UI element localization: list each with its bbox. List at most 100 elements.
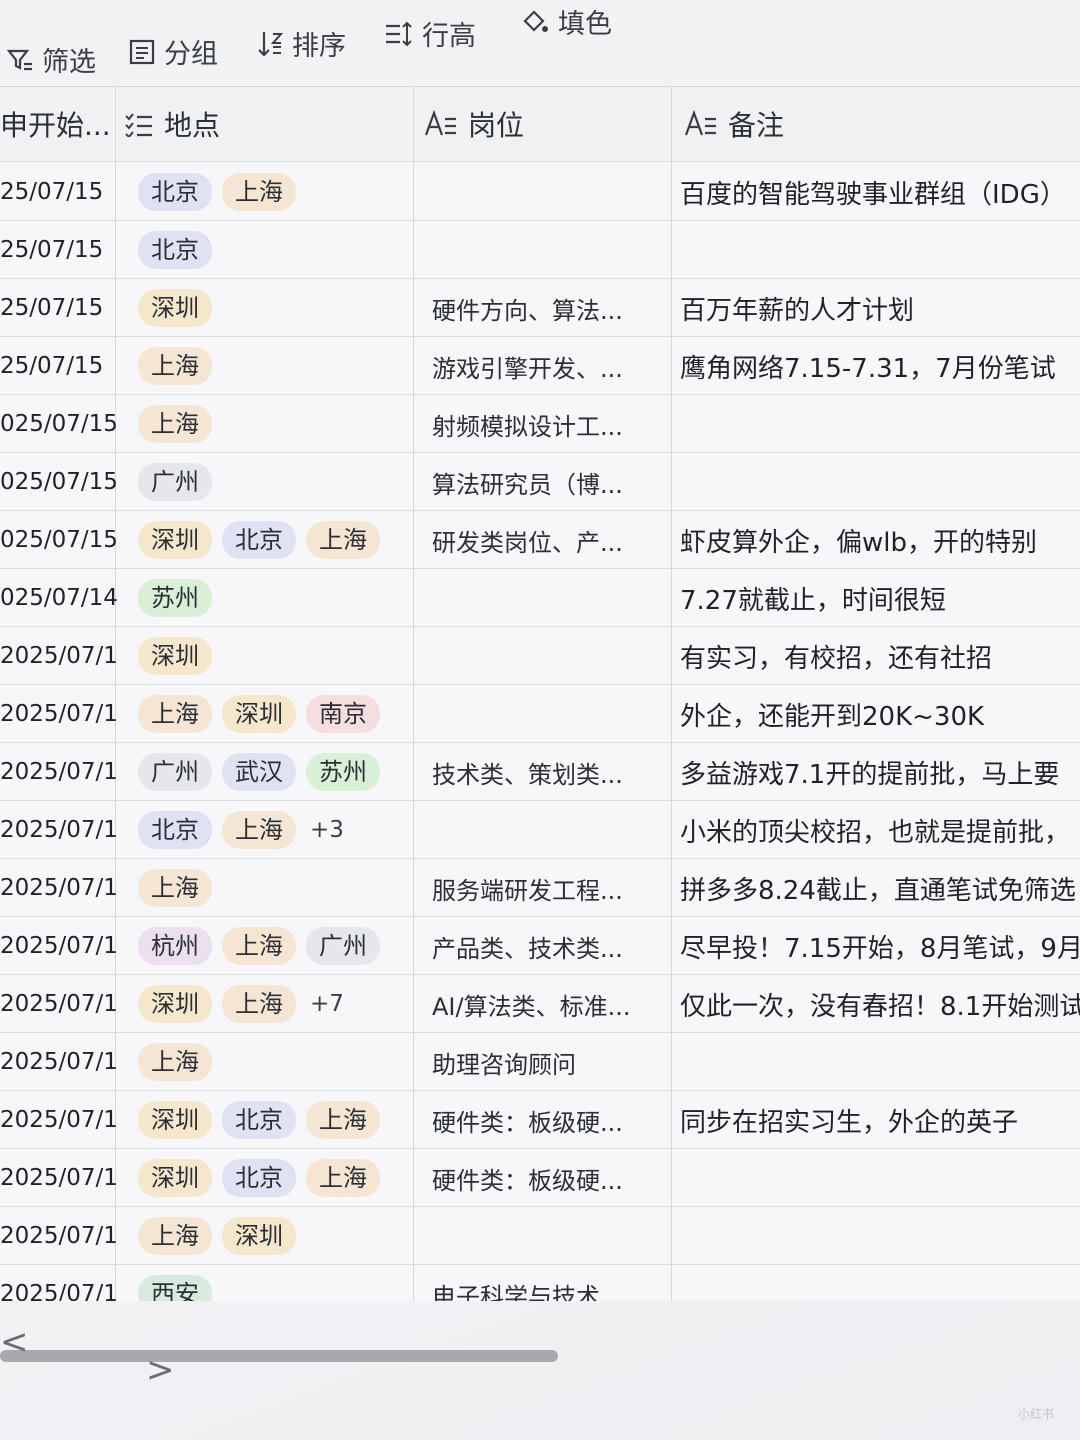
position-cell[interactable] [432, 163, 657, 221]
note-cell[interactable]: 外企，还能开到20K~30K [680, 685, 1080, 743]
location-cell[interactable]: 北京 [138, 221, 408, 279]
date-cell[interactable]: 2025/07/11 [0, 1207, 118, 1265]
position-cell[interactable]: 硬件类：板级硬... [432, 1091, 657, 1149]
location-cell[interactable]: 深圳 北京 上海 [138, 1091, 408, 1149]
position-cell[interactable]: 电子科学与技术... [432, 1265, 657, 1302]
date-cell[interactable]: 2025/07/14 [0, 627, 118, 685]
table-row[interactable]: 2025/07/14 上海 助理咨询顾问 [0, 1033, 1080, 1091]
position-cell[interactable]: 研发类岗位、产... [432, 511, 657, 569]
position-cell[interactable] [432, 801, 657, 859]
location-cell[interactable]: 广州 武汉 苏州 [138, 743, 408, 801]
table-row[interactable]: 025/07/14 苏州 7.27就截止，时间很短 [0, 569, 1080, 627]
sort-button[interactable]: 排序 [256, 24, 346, 63]
fill-button[interactable]: 填色 [520, 2, 612, 41]
note-cell[interactable]: 百度的智能驾驶事业群组（IDG） [680, 163, 1080, 221]
date-cell[interactable]: 025/07/15 [0, 395, 118, 453]
column-header-position[interactable]: 岗位 [414, 87, 680, 161]
date-cell[interactable]: 2025/07/11 [0, 1265, 118, 1301]
note-cell[interactable] [680, 453, 1080, 511]
position-cell[interactable]: 硬件方向、算法... [432, 279, 657, 337]
table-row[interactable]: 025/07/15 广州 算法研究员（博... [0, 453, 1080, 511]
note-cell[interactable]: 有实习，有校招，还有社招 [680, 627, 1080, 685]
note-cell[interactable] [680, 395, 1080, 453]
table-row[interactable]: 2025/07/12深圳北京上海硬件类：板级硬... [0, 1149, 1080, 1207]
note-cell[interactable]: 小米的顶尖校招，也就是提前批， [680, 801, 1080, 859]
column-header-note[interactable]: 备注 [672, 87, 1080, 161]
table-row[interactable]: 2025/07/12 深圳北京上海硬件类：板级硬... 同步在招实习生，外企的英子 [0, 1091, 1080, 1149]
table-row[interactable]: 025/07/15 上海 射频模拟设计工... [0, 395, 1080, 453]
group-button[interactable]: 分组 [128, 32, 218, 71]
note-cell[interactable]: 仅此一次，没有春招！8.1开始测试 [680, 975, 1080, 1033]
position-cell[interactable]: 射频模拟设计工... [432, 395, 657, 453]
table-row[interactable]: 2025/07/14 广州武汉苏州技术类、策划类... 多益游戏7.1开的提前批，马… [0, 743, 1080, 801]
row-height-button[interactable]: 行高 [384, 14, 476, 53]
position-cell[interactable]: 产品类、技术类... [432, 917, 657, 975]
note-cell[interactable] [680, 1149, 1080, 1207]
horizontal-scrollbar[interactable] [0, 1350, 558, 1362]
date-cell[interactable]: 25/07/15 [0, 279, 118, 337]
date-cell[interactable]: 2025/07/14 [0, 1033, 118, 1091]
location-cell[interactable]: 深圳 上海 +7 [138, 975, 408, 1033]
table-row[interactable]: 2025/07/14 北京上海 +3 小米的顶尖校招，也就是提前批， [0, 801, 1080, 859]
location-cell[interactable]: 上海 [138, 1033, 408, 1091]
position-cell[interactable]: 算法研究员（博... [432, 453, 657, 511]
location-cell[interactable]: 杭州 上海 广州 [138, 917, 408, 975]
column-header-location[interactable]: 地点 [116, 87, 420, 161]
table-row[interactable]: 025/07/15 深圳 北京 上海 研发类岗位、产... 虾皮算外企，偏wlb，开的特别 [0, 511, 1080, 569]
table-row[interactable]: 25/07/15 深圳 硬件方向、算法... 百万年薪的人才计划 [0, 279, 1080, 337]
location-cell[interactable]: 上海 深圳 南京 [138, 685, 408, 743]
table-row[interactable]: 25/07/15 北京 上海 百度的智能驾驶事业群组（IDG） [0, 163, 1080, 221]
table-row[interactable]: 2025/07/14杭州上海广州产品类、技术类...尽早投！7.15开始，8月笔… [0, 917, 1080, 975]
date-cell[interactable]: 25/07/15 [0, 337, 118, 395]
date-cell[interactable]: 2025/07/12 [0, 1149, 118, 1207]
prev-arrow-icon[interactable]: < [0, 1322, 29, 1362]
position-cell[interactable]: 硬件类：板级硬... [432, 1149, 657, 1207]
location-cell[interactable]: 深圳 [138, 279, 408, 337]
note-cell[interactable] [680, 1265, 1080, 1301]
date-cell[interactable]: 2025/07/14 [0, 685, 118, 743]
position-cell[interactable]: 游戏引擎开发、... [432, 337, 657, 395]
filter-button[interactable]: 筛选 [6, 40, 96, 79]
table-row[interactable]: 25/07/15 北京 [0, 221, 1080, 279]
table-row[interactable]: 2025/07/14 上海 服务端研发工程... 拼多多8.24截止，直通笔试免筛选 [0, 859, 1080, 917]
position-cell[interactable] [432, 685, 657, 743]
location-cell[interactable]: 广州 [138, 453, 408, 511]
date-cell[interactable]: 025/07/15 [0, 511, 118, 569]
next-arrow-icon[interactable]: > [146, 1350, 175, 1390]
location-cell[interactable]: 北京 上海 [138, 163, 408, 221]
date-cell[interactable]: 2025/07/14 [0, 859, 118, 917]
column-header-start[interactable]: 申开始... [0, 87, 114, 161]
table-row[interactable]: 2025/07/14 上海深圳南京 外企，还能开到20K~30K [0, 685, 1080, 743]
position-cell[interactable]: 助理咨询顾问 [432, 1033, 657, 1091]
more-locations-count[interactable]: +7 [306, 991, 348, 1017]
location-cell[interactable]: 深圳 [138, 627, 408, 685]
note-cell[interactable] [680, 1207, 1080, 1265]
note-cell[interactable]: 多益游戏7.1开的提前批，马上要 [680, 743, 1080, 801]
date-cell[interactable]: 25/07/15 [0, 163, 118, 221]
note-cell[interactable]: 百万年薪的人才计划 [680, 279, 1080, 337]
date-cell[interactable]: 2025/07/14 [0, 917, 118, 975]
position-cell[interactable]: AI/算法类、标准... [432, 975, 657, 1033]
location-cell[interactable]: 上海 [138, 395, 408, 453]
table-row[interactable]: 2025/07/11 上海深圳 [0, 1207, 1080, 1265]
location-cell[interactable]: 苏州 [138, 569, 408, 627]
position-cell[interactable]: 技术类、策划类... [432, 743, 657, 801]
location-cell[interactable]: 北京 上海 +3 [138, 801, 408, 859]
date-cell[interactable]: 25/07/15 [0, 221, 118, 279]
position-cell[interactable]: 服务端研发工程... [432, 859, 657, 917]
location-cell[interactable]: 深圳 北京 上海 [138, 511, 408, 569]
date-cell[interactable]: 025/07/15 [0, 453, 118, 511]
date-cell[interactable]: 2025/07/12 [0, 1091, 118, 1149]
date-cell[interactable]: 2025/07/14 [0, 801, 118, 859]
position-cell[interactable] [432, 627, 657, 685]
location-cell[interactable]: 上海 深圳 [138, 1207, 408, 1265]
table-row[interactable]: 2025/07/14 深圳上海 +7 AI/算法类、标准... 仅此一次，没有春招！8.… [0, 975, 1080, 1033]
more-locations-count[interactable]: +3 [306, 817, 348, 843]
table-row[interactable]: 2025/07/14 深圳 有实习，有校招，还有社招 [0, 627, 1080, 685]
table-row[interactable]: 2025/07/11 西安 电子科学与技术... [0, 1265, 1080, 1301]
position-cell[interactable] [432, 569, 657, 627]
note-cell[interactable] [680, 1033, 1080, 1091]
note-cell[interactable]: 7.27就截止，时间很短 [680, 569, 1080, 627]
note-cell[interactable]: 同步在招实习生，外企的英子 [680, 1091, 1080, 1149]
date-cell[interactable]: 2025/07/14 [0, 743, 118, 801]
